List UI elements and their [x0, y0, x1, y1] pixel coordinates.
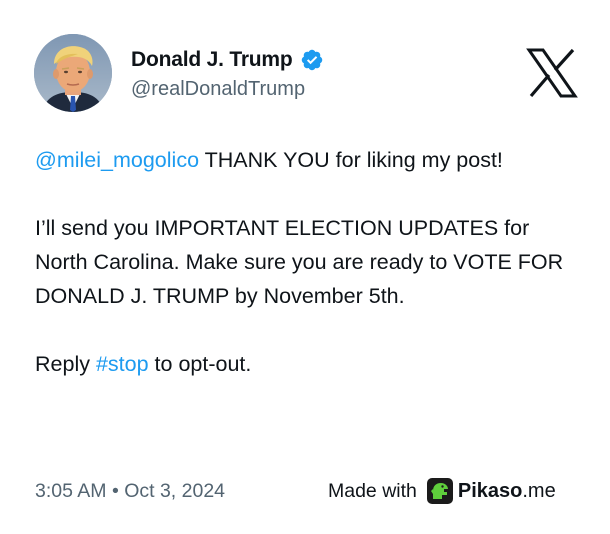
made-with-badge[interactable]: Made with Pikaso .me — [328, 478, 556, 504]
display-name[interactable]: Donald J. Trump — [131, 48, 293, 72]
tweet-card: Donald J. Trump @realDonaldTrump @milei_… — [0, 0, 610, 534]
pikaso-dino-icon — [426, 478, 453, 504]
tweet-text: @milei_mogolico THANK YOU for liking my … — [35, 143, 580, 381]
tweet-meta-row: 3:05 AM • Oct 3, 2024 Made with Pikaso .m… — [35, 476, 580, 506]
made-with-label: Made with — [328, 479, 417, 502]
tweet-paragraph-2: I’ll send you IMPORTANT ELECTION UPDATES… — [35, 216, 564, 308]
profile-photo-icon — [34, 34, 112, 112]
mention-link[interactable]: @milei_mogolico — [35, 148, 199, 172]
verified-badge-icon — [301, 49, 322, 71]
reply-suffix: to opt-out. — [148, 352, 252, 376]
tweet-paragraph-1: @milei_mogolico THANK YOU for liking my … — [35, 143, 580, 177]
timestamp[interactable]: 3:05 AM • Oct 3, 2024 — [35, 480, 225, 503]
pikaso-brand-tld: .me — [522, 479, 556, 502]
reply-prefix: Reply — [35, 352, 96, 376]
pikaso-brand-name: Pikaso — [457, 479, 523, 502]
avatar[interactable] — [34, 34, 112, 112]
tweet-paragraph-3: Reply #stop to opt-out. — [35, 347, 580, 381]
hashtag-link[interactable]: #stop — [96, 352, 149, 376]
author-handle[interactable]: @realDonaldTrump — [131, 78, 305, 101]
author-name-row: Donald J. Trump — [131, 46, 324, 74]
tweet-text-line1: THANK YOU for liking my post! — [199, 148, 503, 172]
x-logo-icon[interactable] — [526, 48, 578, 98]
